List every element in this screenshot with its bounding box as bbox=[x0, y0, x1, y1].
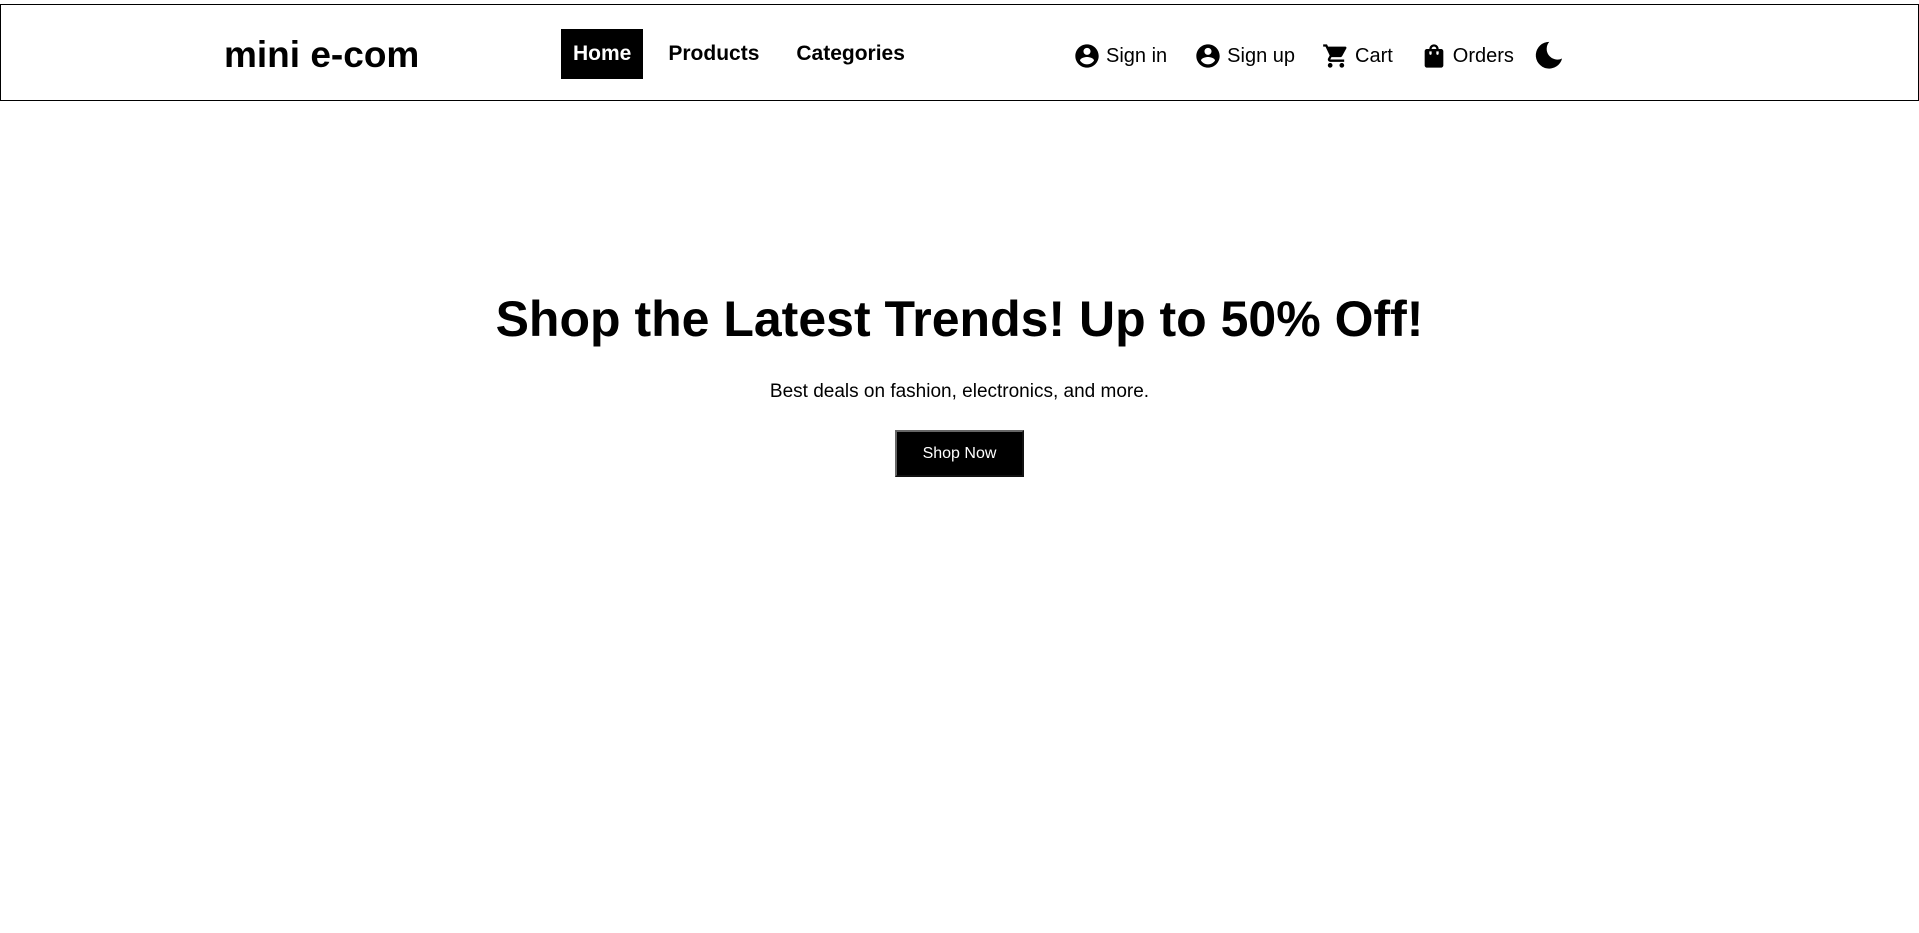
brand-logo[interactable]: mini e-com bbox=[224, 33, 419, 77]
account-circle-icon bbox=[1072, 41, 1102, 71]
moon-icon bbox=[1533, 39, 1565, 71]
cart-icon bbox=[1321, 41, 1351, 71]
theme-toggle-button[interactable] bbox=[1532, 38, 1566, 72]
hero-title: Shop the Latest Trends! Up to 50% Off! bbox=[495, 291, 1424, 347]
account-circle-icon bbox=[1193, 41, 1223, 71]
nav-categories-link[interactable]: Categories bbox=[784, 29, 917, 79]
header-actions: Sign in Sign up Cart Orders bbox=[1072, 39, 1566, 73]
sign-up-label: Sign up bbox=[1227, 44, 1295, 67]
cart-link[interactable]: Cart bbox=[1321, 41, 1393, 71]
orders-link[interactable]: Orders bbox=[1419, 41, 1514, 71]
shopping-bag-icon bbox=[1419, 41, 1449, 71]
nav-home-link[interactable]: Home bbox=[561, 29, 644, 79]
nav-products-link[interactable]: Products bbox=[656, 29, 771, 79]
sign-in-label: Sign in bbox=[1106, 44, 1168, 67]
navbar: mini e-com Home Products Categories Sign… bbox=[0, 4, 1919, 101]
shop-now-button[interactable]: Shop Now bbox=[895, 430, 1024, 477]
orders-label: Orders bbox=[1452, 44, 1514, 67]
hero-subtitle: Best deals on fashion, electronics, and … bbox=[769, 381, 1150, 402]
hero-section: Shop the Latest Trends! Up to 50% Off! B… bbox=[0, 285, 1919, 477]
sign-in-link[interactable]: Sign in bbox=[1072, 41, 1167, 71]
main-nav: Home Products Categories bbox=[561, 29, 917, 79]
cart-label: Cart bbox=[1355, 44, 1393, 67]
sign-up-link[interactable]: Sign up bbox=[1193, 41, 1295, 71]
